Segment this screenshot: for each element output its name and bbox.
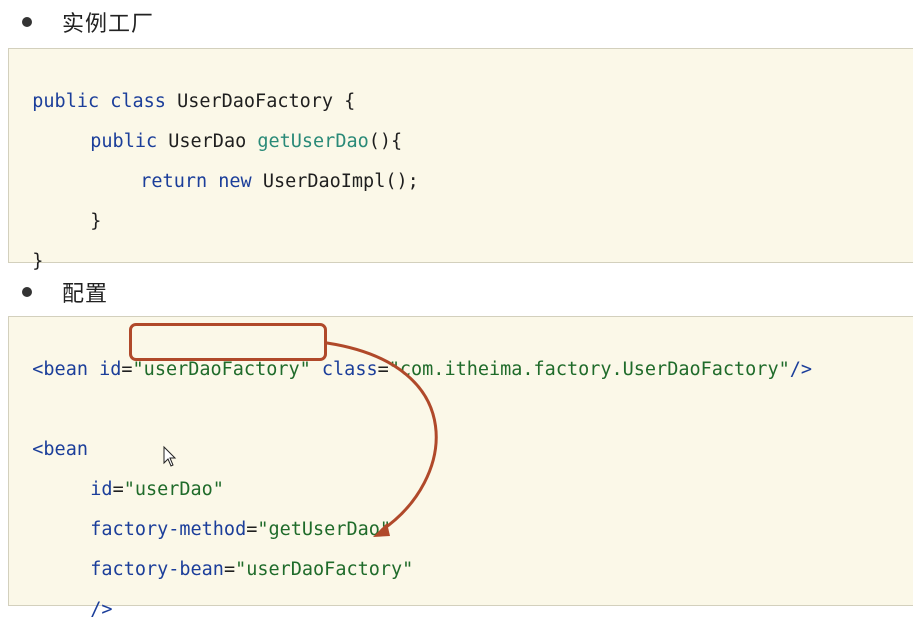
section-title: 配置 bbox=[62, 282, 109, 307]
xml-line-bean-close: /> bbox=[90, 599, 113, 620]
bullet-icon bbox=[22, 17, 32, 27]
code-line-class-close: } bbox=[32, 251, 44, 272]
section-title: 实例工厂 bbox=[62, 12, 155, 37]
code-line-method-close: } bbox=[90, 211, 102, 232]
section-heading-instance-factory: 实例工厂 bbox=[18, 5, 154, 39]
section-heading-config: 配置 bbox=[18, 275, 108, 309]
code-line-return: return new UserDaoImpl(); bbox=[140, 171, 419, 192]
bullet-icon bbox=[22, 287, 32, 297]
highlighted-id-value: "userDaoFactory" bbox=[132, 359, 311, 380]
highlight-box bbox=[129, 323, 327, 361]
xml-line-factory-bean-attr: factory-bean="userDaoFactory" bbox=[90, 559, 414, 580]
